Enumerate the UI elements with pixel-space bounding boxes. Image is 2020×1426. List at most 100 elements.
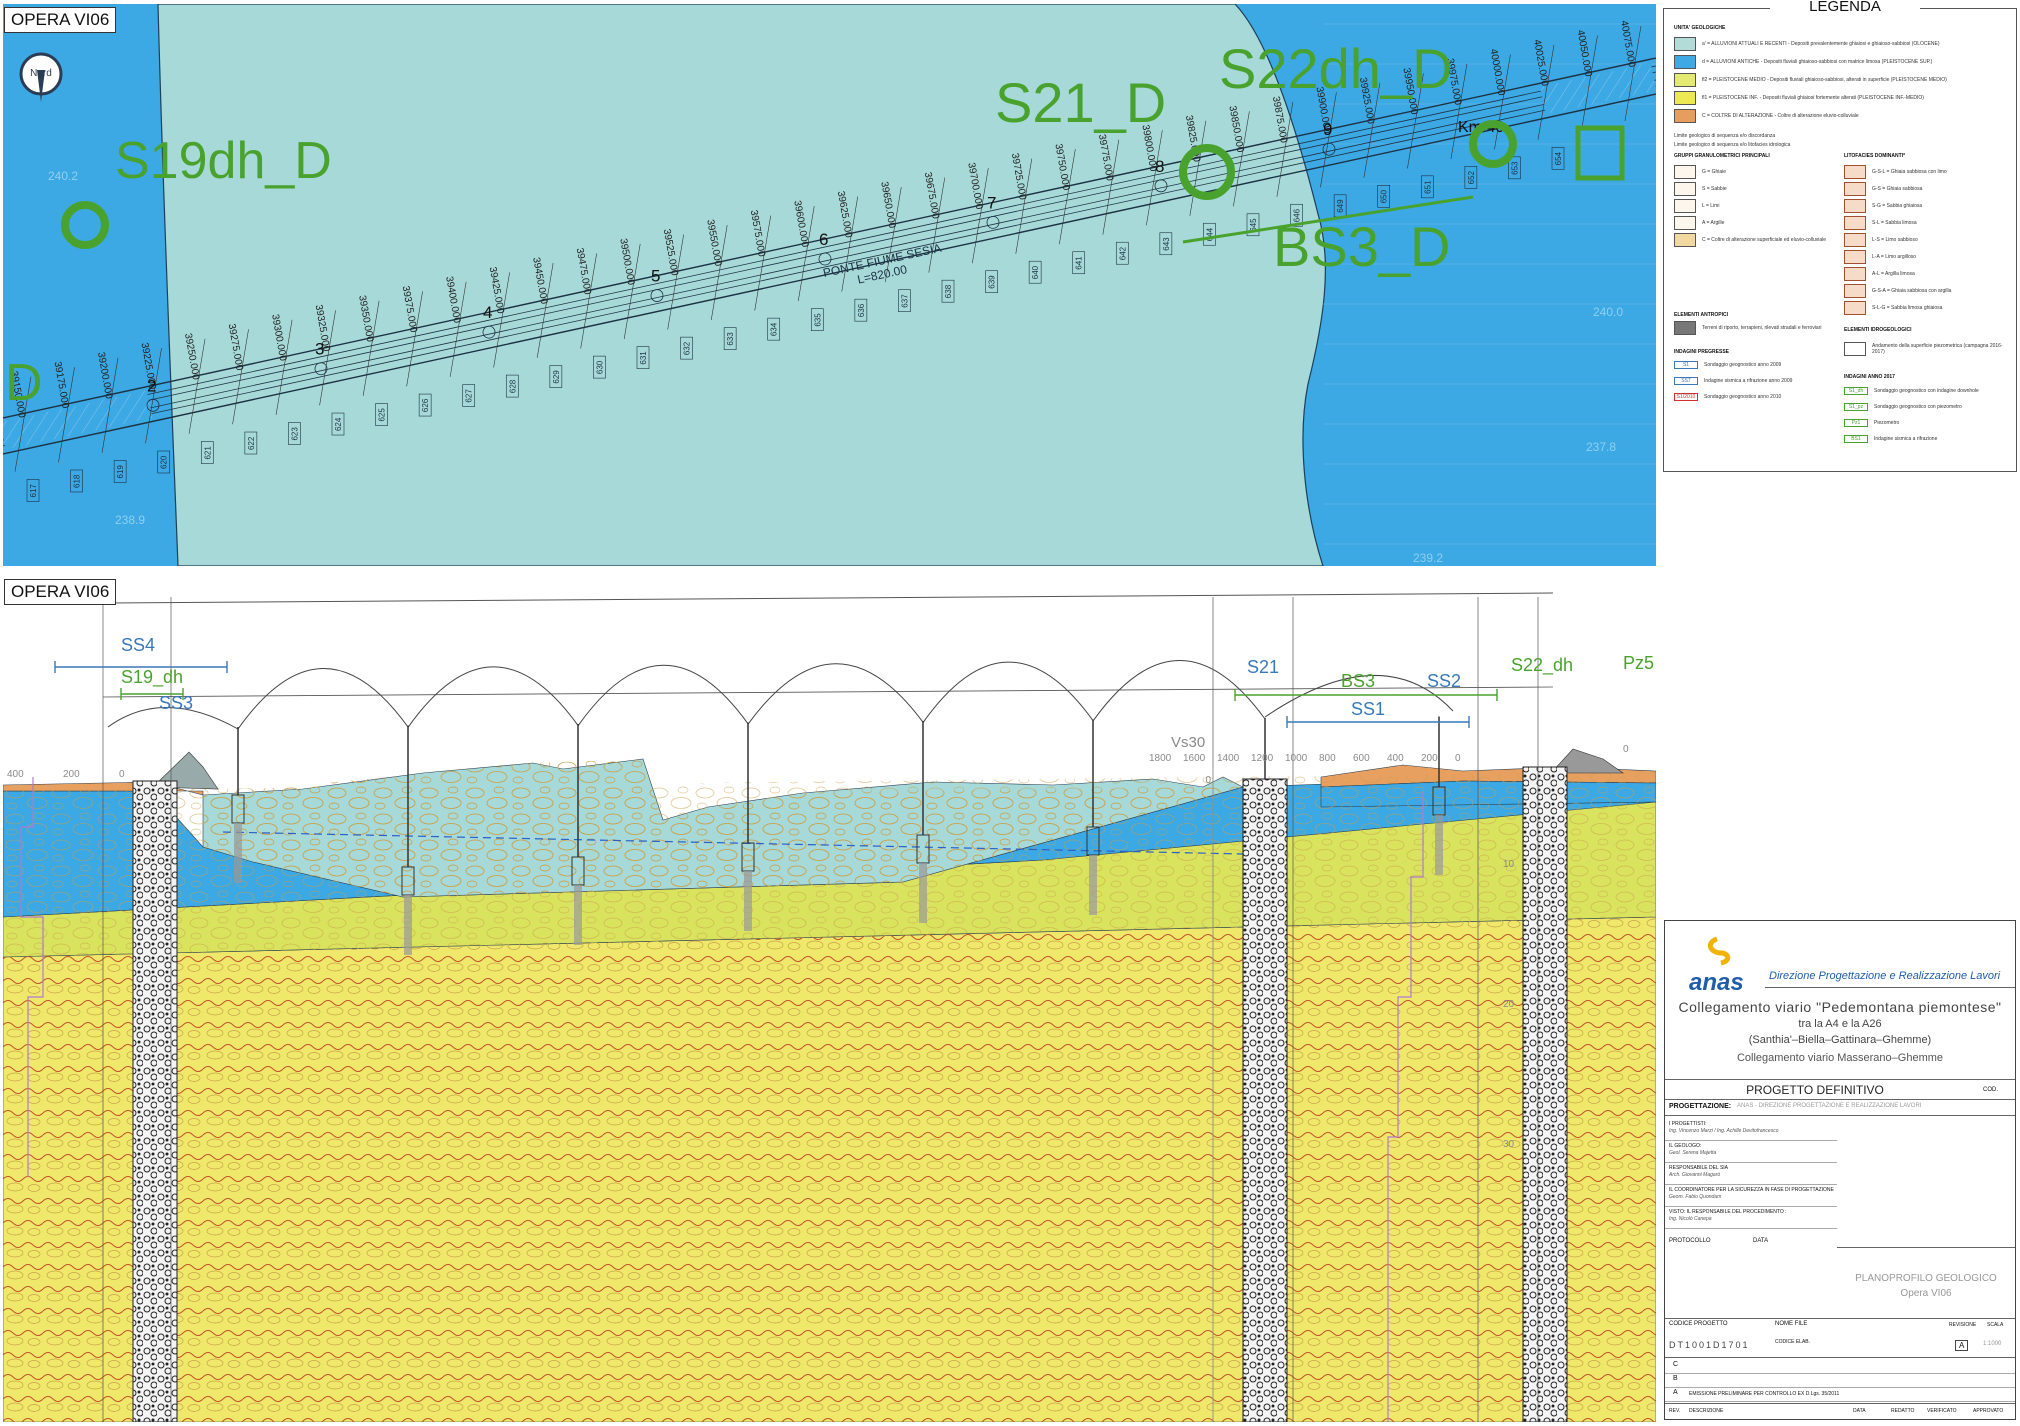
tb-staff-name: Geol. Serena Majetta xyxy=(1669,1150,1717,1156)
section-label: 618 xyxy=(73,474,82,488)
depth-number: 30 xyxy=(1503,1139,1515,1150)
legend-title: LEGENDA xyxy=(1770,0,1920,15)
tb-rule xyxy=(1665,1403,2015,1404)
legend-2017-heading: INDAGINI ANNO 2017 xyxy=(1844,374,1895,380)
tb-staff-role: RESPONSABILE DEL SIA xyxy=(1669,1165,1729,1171)
legend-litho-text: G-S = Ghiaia sabbiosa xyxy=(1872,186,1923,192)
borehole-column xyxy=(1522,766,1568,1422)
tb-footer-label: REV. xyxy=(1669,1408,1681,1414)
section-label: 625 xyxy=(378,408,387,422)
section-label: 622 xyxy=(247,436,256,450)
tb-project-line-4: Collegamento viario Masserano–Ghemme xyxy=(1736,1052,1944,1064)
legend-anthropic-row: Terreni di riporto, terrapieni, rilevati… xyxy=(1674,321,1822,335)
vs30-tick: 1600 xyxy=(1183,753,1206,764)
left-tick: 400 xyxy=(7,769,24,780)
profile-panel-label: OPERA VI06 xyxy=(4,579,117,605)
legend-group-row: S = Sabbie xyxy=(1674,182,1834,196)
legend-group-swatch xyxy=(1674,233,1696,247)
depth-label: 0 xyxy=(1205,775,1211,786)
vs30-tick: 1000 xyxy=(1285,753,1308,764)
depth-number: 20 xyxy=(1503,999,1515,1010)
legend-2017-code: S1_dh xyxy=(1844,387,1868,395)
legend-group-row: C = Coltre di alterazione superficiale e… xyxy=(1674,233,1834,247)
legend-group-text: S = Sabbie xyxy=(1702,186,1727,192)
survey-label: S22_dh xyxy=(1511,655,1573,676)
title-block: anas Direzione Progettazione e Realizzaz… xyxy=(1664,920,2016,1420)
vs30-tick: 1800 xyxy=(1149,753,1172,764)
elevation-label: 239.2 xyxy=(1413,551,1443,565)
legend-group-text: A = Argille xyxy=(1702,220,1725,226)
survey-label: SS4 xyxy=(121,635,155,655)
section-label: 639 xyxy=(988,275,997,289)
tb-staff-name: Ing. Nicolò Canepa xyxy=(1669,1216,1712,1222)
legend-anthropic-swatch xyxy=(1674,321,1696,335)
legend-litho-row: L-A = Limo argilloso xyxy=(1844,250,2012,264)
tb-rule xyxy=(1665,1357,2015,1358)
legend-litho-swatch xyxy=(1844,216,1866,230)
elevation-label: 238.9 xyxy=(115,513,145,527)
tb-rule xyxy=(1665,1079,2015,1080)
legend-2017-row: Pz1 Piezometro xyxy=(1844,419,2012,427)
legend-unit-text: d = ALLUVIONI ANTICHE - Depositi fluvial… xyxy=(1702,59,1933,65)
legend-groups-heading: GRUPPI GRANULOMETRICI PRINCIPALI xyxy=(1674,153,1770,159)
tb-progettazione-label: PROGETTAZIONE: xyxy=(1669,1103,1732,1110)
plan-panel-label: OPERA VI06 xyxy=(4,7,117,33)
legend-2017-text: Indagine sismica a rifrazione xyxy=(1874,436,1938,442)
legend-prior-row: S1/2010 Sondaggio geognostico anno 2010 xyxy=(1674,393,1834,401)
left-tick: 200 xyxy=(63,769,80,780)
borehole-label: BS3_D xyxy=(1273,215,1450,278)
legend-group-swatch xyxy=(1674,165,1696,179)
section-label: 627 xyxy=(465,389,474,403)
legend-unit-swatch xyxy=(1674,55,1696,69)
section-label: 626 xyxy=(421,398,430,412)
pier-number: 5 xyxy=(651,267,660,286)
section-label: 624 xyxy=(334,417,343,431)
survey-label: S19_dh xyxy=(121,667,183,688)
pile xyxy=(574,885,582,945)
section-label: 619 xyxy=(116,465,125,479)
tb-staff-rule xyxy=(1665,1184,1837,1185)
section-label: 642 xyxy=(1118,246,1127,260)
pier-number: 7 xyxy=(987,193,996,212)
tb-staff-rule xyxy=(1665,1140,1837,1141)
tb-nome-file-label: NOME FILE xyxy=(1775,1321,1808,1327)
pile xyxy=(234,823,242,883)
tb-direction: Direzione Progettazione e Realizzazione … xyxy=(1769,970,2001,982)
legend-line-text: Limite geologico di sequenza e/o litofac… xyxy=(1674,142,1791,148)
section-label: 632 xyxy=(683,341,692,355)
legend-unit-text: C = COLTRE DI ALTERAZIONE - Coltre di al… xyxy=(1702,113,1859,119)
legend-anthropic-heading: ELEMENTI ANTROPICI xyxy=(1674,312,1728,318)
tb-cod-label: COD. xyxy=(1983,1087,1998,1093)
tb-staff-role: VISTO: IL RESPONSABILE DEL PROCEDIMENTO … xyxy=(1669,1209,1787,1215)
borehole-column xyxy=(1242,778,1288,1422)
tb-footer-label: DATA xyxy=(1853,1408,1866,1414)
legend-unit-row: C = COLTRE DI ALTERAZIONE - Coltre di al… xyxy=(1674,109,2004,123)
legend-prior-text: Indagine sismica a rifrazione anno 2009 xyxy=(1704,378,1793,384)
legend-unit-swatch xyxy=(1674,73,1696,87)
tb-codice-progetto-label: CODICE PROGETTO xyxy=(1669,1321,1728,1327)
legend-litho-row: L-S = Limo sabbioso xyxy=(1844,233,2012,247)
tb-revision-rule xyxy=(1665,1373,2015,1374)
tb-footer-label: REDATTO xyxy=(1891,1408,1915,1414)
tb-drawing-subtitle: Opera VI06 xyxy=(1900,1288,1952,1299)
tb-rule xyxy=(1765,987,2015,988)
legend-unit-text: fl2 = PLEISTOCENE MEDIO - Depositi fluvi… xyxy=(1702,77,1947,83)
legend-group-row: L = Limi xyxy=(1674,199,1834,213)
tb-revision-rule xyxy=(1665,1401,2015,1402)
legend-litho-text: S-L = Sabbia limosa xyxy=(1872,220,1917,226)
pier-number: 8 xyxy=(1155,157,1164,176)
legend-litho-swatch xyxy=(1844,199,1866,213)
section-label: 620 xyxy=(160,455,169,469)
legend-2017-row: BS1 Indagine sismica a rifrazione xyxy=(1844,435,2012,443)
tb-revision-code: A xyxy=(1673,1389,1678,1396)
tb-scala-label: SCALA xyxy=(1987,1322,2004,1328)
borehole-label: S21_D xyxy=(995,71,1166,134)
tb-revision-code: C xyxy=(1673,1361,1679,1368)
pier-number: 9 xyxy=(1323,120,1332,139)
vs30-tick: 1400 xyxy=(1217,753,1240,764)
legend-group-swatch xyxy=(1674,199,1696,213)
pier-number: 4 xyxy=(483,303,492,322)
elevation-label: 240.2 xyxy=(48,169,78,183)
legend-line-row: Limite geologico di sequenza e/o litofac… xyxy=(1674,142,1790,148)
legend-group-swatch xyxy=(1674,216,1696,230)
